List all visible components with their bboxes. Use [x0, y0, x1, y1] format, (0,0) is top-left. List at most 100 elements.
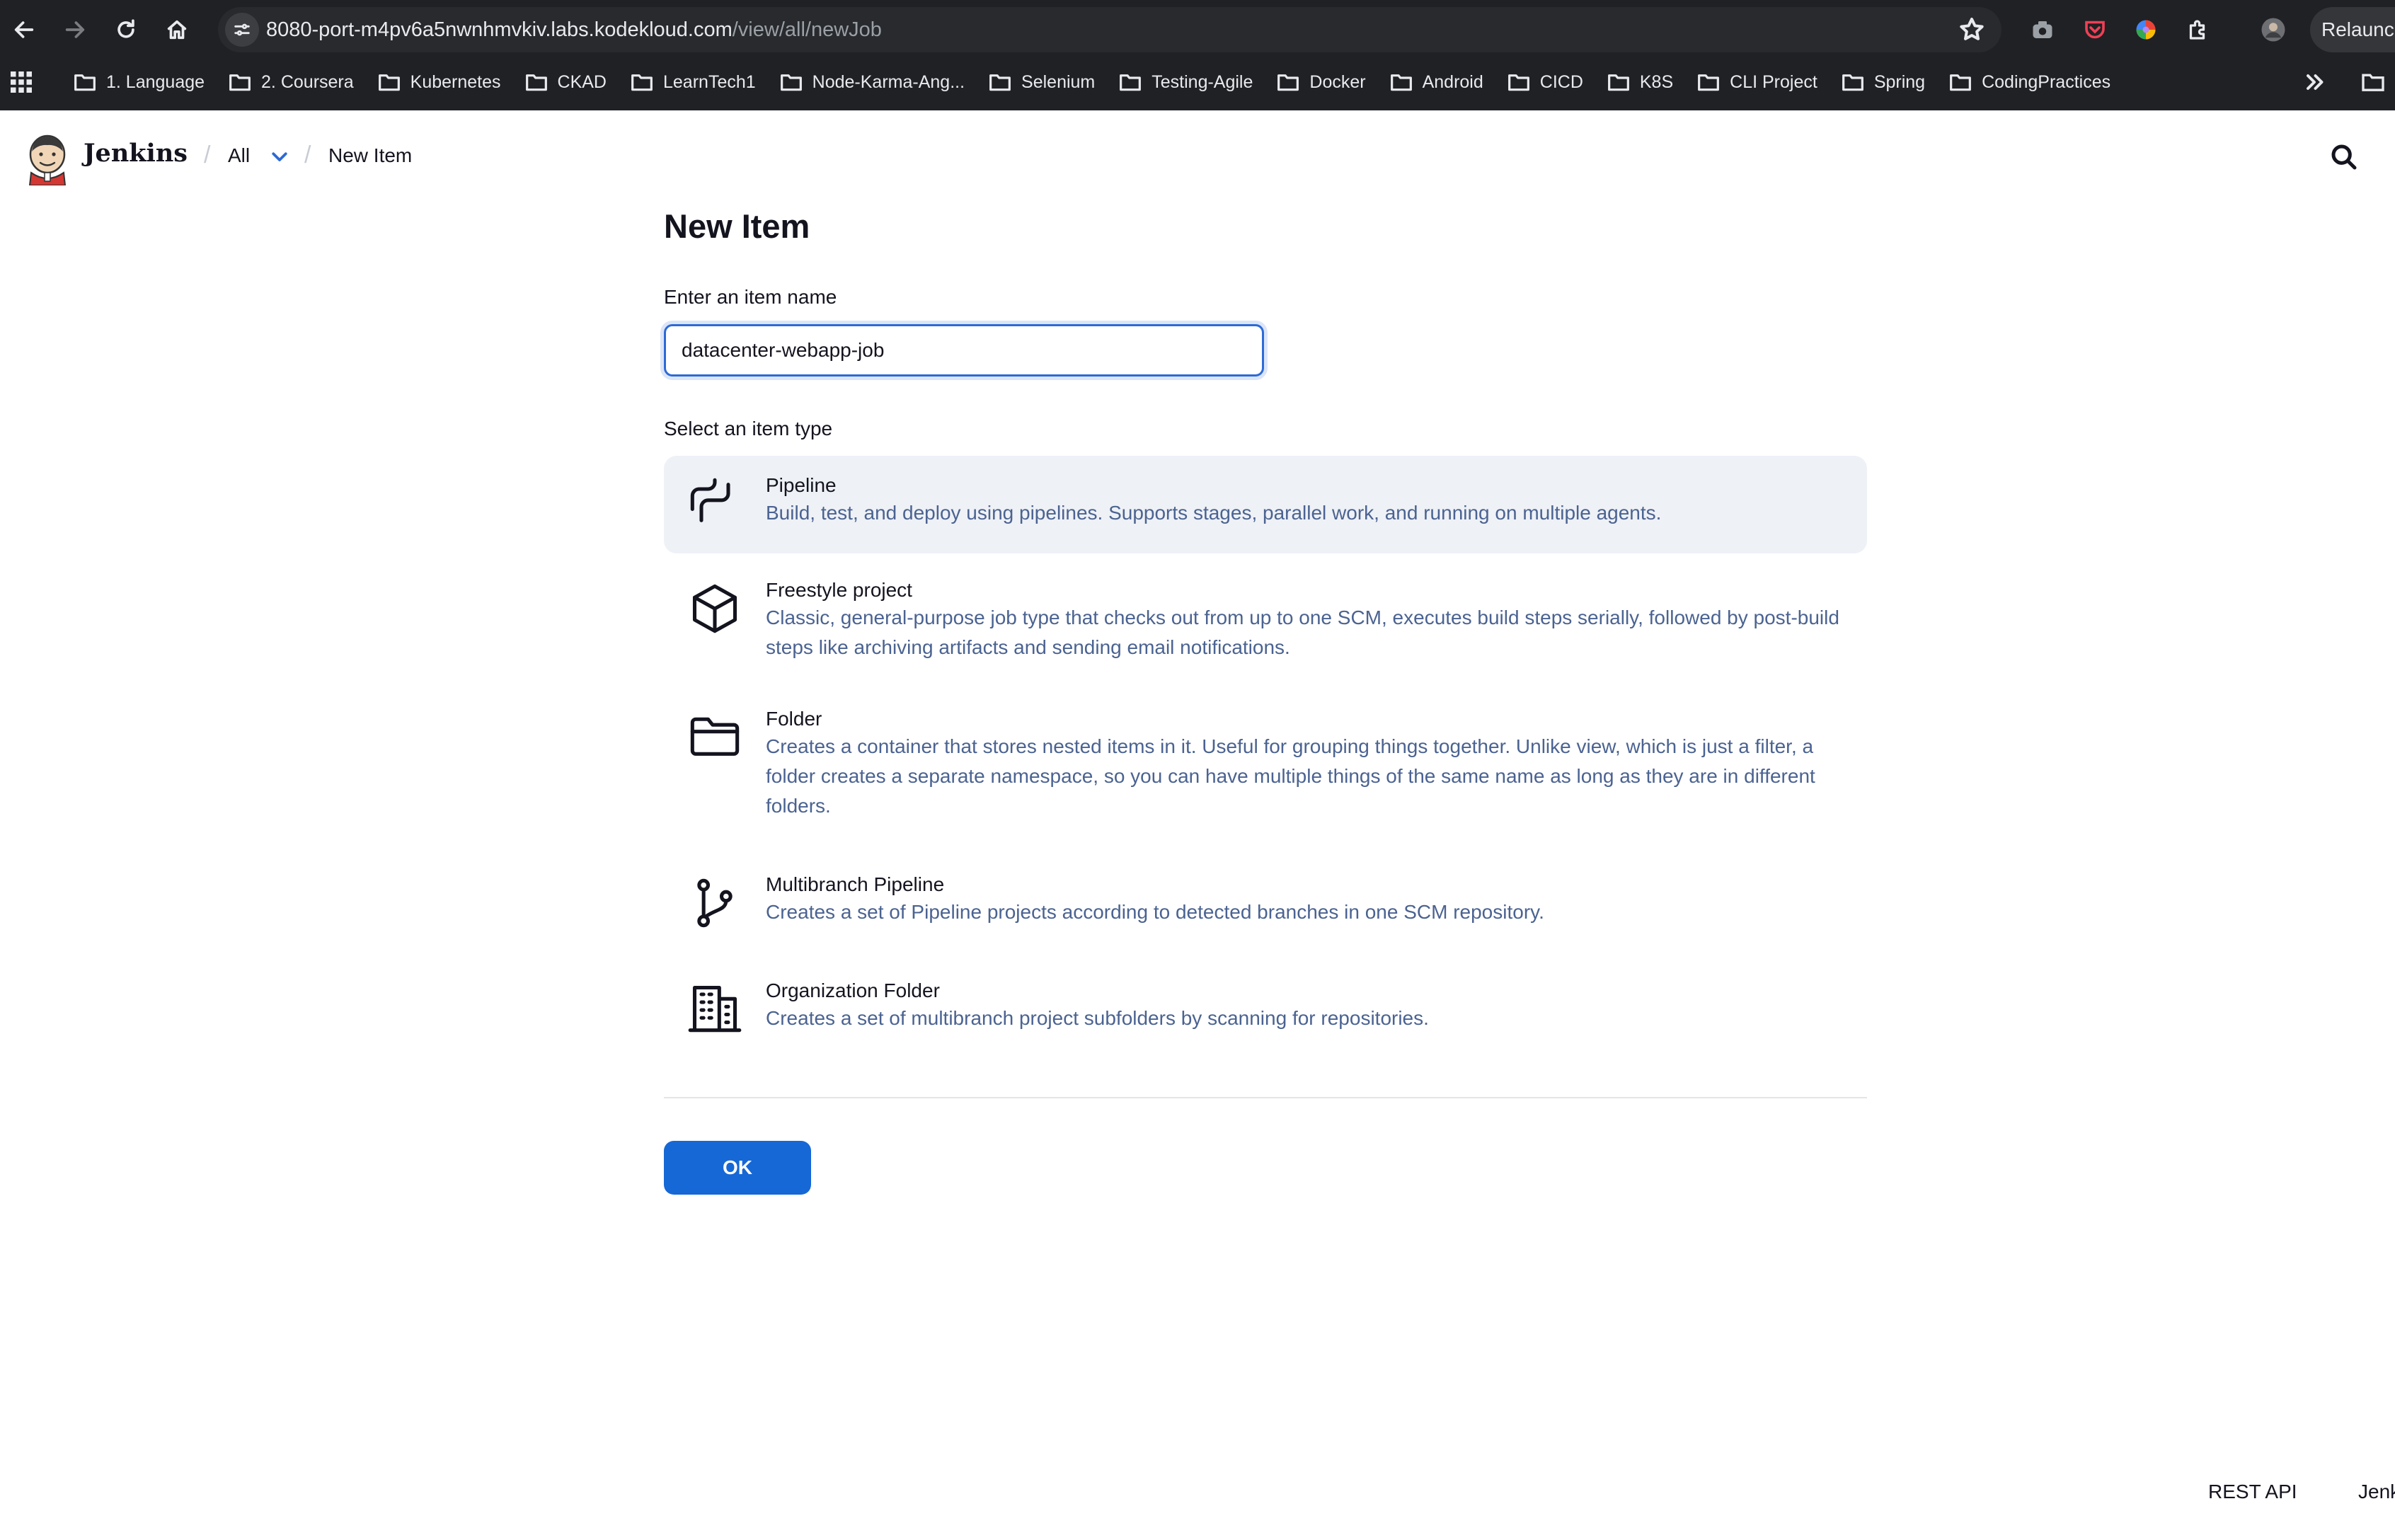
bookmark-folder[interactable]: CKAD — [525, 72, 607, 93]
color-picker-extension-icon[interactable] — [2130, 14, 2161, 45]
apps-grid-icon[interactable] — [8, 69, 34, 95]
bookmark-star-icon[interactable] — [1958, 16, 1986, 44]
pipeline-icon — [688, 476, 742, 529]
jenkins-version-link[interactable]: Jenk — [2358, 1481, 2395, 1503]
branch-icon — [688, 876, 742, 930]
bookmark-label: CKAD — [557, 71, 607, 92]
folder-icon — [1697, 72, 1720, 92]
item-type-freestyle-project[interactable]: Freestyle project Classic, general-purpos… — [664, 561, 1867, 684]
breadcrumb-separator: / — [204, 142, 211, 168]
breadcrumb-all[interactable]: All — [228, 144, 250, 167]
item-type-label: Select an item type — [664, 418, 833, 439]
folder-icon — [688, 709, 742, 763]
folder-icon — [525, 72, 548, 92]
item-name-input[interactable] — [664, 324, 1264, 377]
bookmark-label: 1. Language — [106, 71, 205, 92]
folder-icon — [1842, 72, 1864, 92]
bookmark-folder[interactable]: Selenium — [989, 72, 1095, 93]
bookmark-label: Testing-Agile — [1151, 71, 1253, 92]
folder-icon — [74, 72, 96, 92]
url-path: /view/all/newJob — [732, 18, 882, 41]
bookmark-folder[interactable]: Spring — [1842, 72, 1925, 93]
breadcrumb-new-item: New Item — [328, 144, 413, 166]
building-icon — [688, 981, 742, 1035]
search-icon[interactable] — [2330, 143, 2361, 174]
bookmark-folder[interactable]: 1. Language — [74, 72, 205, 93]
folder-icon — [1119, 72, 1142, 92]
bookmark-folder[interactable]: LearnTech1 — [631, 72, 756, 93]
divider — [664, 1097, 1867, 1098]
item-type-description: Creates a set of Pipeline projects accor… — [766, 901, 1544, 923]
item-type-multibranch-pipeline[interactable]: Multibranch Pipeline Creates a set of Pip… — [664, 855, 1867, 946]
folder-icon — [989, 72, 1011, 92]
chevron-down-icon[interactable] — [269, 146, 290, 167]
reload-icon[interactable] — [109, 13, 143, 47]
bookmark-label: CLI Project — [1730, 71, 1817, 92]
bookmark-folder[interactable]: CICD — [1507, 72, 1583, 93]
item-type-title: Folder — [766, 708, 822, 730]
rest-api-link[interactable]: REST API — [2208, 1481, 2297, 1503]
url-text[interactable]: 8080-port-m4pv6a5nwnhmvkiv.labs.kodeklou… — [266, 7, 882, 52]
folder-icon — [1277, 72, 1299, 92]
item-type-folder[interactable]: Folder Creates a container that stores ne… — [664, 689, 1867, 842]
bookmark-folder[interactable]: 2. Coursera — [229, 72, 354, 93]
bookmarks-bar: 1. Language 2. Coursera Kubernetes CKAD Lear… — [0, 59, 2395, 105]
jenkins-logo-icon[interactable] — [25, 133, 69, 186]
folder-icon — [229, 72, 251, 92]
item-type-title: Organization Folder — [766, 979, 940, 1001]
forward-icon[interactable] — [58, 13, 92, 47]
folder-icon — [1949, 72, 1972, 92]
item-type-title: Multibranch Pipeline — [766, 873, 945, 895]
more-bookmarks-chevron-icon[interactable] — [2302, 69, 2330, 95]
bookmark-folder-icon[interactable] — [2361, 72, 2395, 93]
bookmarks-list: 1. Language 2. Coursera Kubernetes CKAD Lear… — [74, 59, 2135, 105]
item-type-title: Pipeline — [766, 474, 837, 496]
bookmark-label: LearnTech1 — [663, 71, 756, 92]
bookmark-folder[interactable]: Kubernetes — [378, 72, 501, 93]
address-bar-row: 8080-port-m4pv6a5nwnhmvkiv.labs.kodeklou… — [0, 0, 2395, 59]
item-name-label: Enter an item name — [664, 286, 837, 308]
cube-icon — [688, 582, 742, 636]
relaunch-button[interactable]: Relaunch — [2310, 7, 2395, 52]
folder-icon — [1507, 72, 1530, 92]
item-type-organization-folder[interactable]: Organization Folder Creates a set of mult… — [664, 961, 1867, 1052]
bookmark-label: Spring — [1873, 71, 1926, 92]
folder-icon — [631, 72, 653, 92]
profile-avatar-icon[interactable] — [2258, 14, 2289, 45]
jenkins-brand[interactable]: Jenkins — [84, 139, 188, 168]
bookmark-label: CodingPractices — [1982, 71, 2111, 92]
bookmark-folder[interactable]: Node-Karma-Ang... — [780, 72, 965, 93]
bookmark-folder[interactable]: CodingPractices — [1949, 72, 2110, 93]
url-host: 8080-port-m4pv6a5nwnhmvkiv.labs.kodeklou… — [266, 18, 733, 41]
bookmark-label: Kubernetes — [410, 71, 501, 92]
folder-icon — [378, 72, 401, 92]
ok-button[interactable]: OK — [664, 1141, 811, 1195]
bookmark-folder[interactable]: Docker — [1277, 71, 1366, 93]
back-icon[interactable] — [7, 13, 41, 47]
home-icon[interactable] — [160, 13, 194, 47]
site-info-icon[interactable] — [225, 13, 259, 47]
bookmark-label: Selenium — [1021, 71, 1096, 92]
breadcrumb-separator: / — [304, 142, 311, 168]
bookmark-label: K8S — [1639, 71, 1674, 92]
bookmark-label: CICD — [1539, 71, 1583, 92]
pocket-extension-icon[interactable] — [2079, 14, 2110, 45]
bookmark-folder[interactable]: Android — [1390, 72, 1483, 93]
bookmark-label: Android — [1422, 71, 1483, 92]
folder-icon — [1607, 72, 1630, 92]
bookmark-folder[interactable]: K8S — [1607, 72, 1673, 93]
extensions-puzzle-icon[interactable] — [2183, 14, 2214, 45]
omnibox[interactable]: 8080-port-m4pv6a5nwnhmvkiv.labs.kodeklou… — [218, 7, 2001, 52]
camera-extension-icon[interactable] — [2027, 14, 2058, 45]
bookmark-folder[interactable]: CLI Project — [1697, 72, 1817, 93]
item-type-description: Creates a container that stores nested i… — [766, 735, 1815, 817]
item-type-description: Classic, general-purpose job type that c… — [766, 607, 1839, 658]
item-type-pipeline[interactable]: Pipeline Build, test, and deploy using pi… — [664, 456, 1867, 553]
item-type-description: Build, test, and deploy using pipelines.… — [766, 502, 1662, 524]
folder-icon — [1390, 72, 1413, 92]
item-type-description: Creates a set of multibranch project sub… — [766, 1007, 1429, 1029]
page-title: New Item — [664, 207, 810, 245]
bookmark-label: Docker — [1309, 71, 1366, 92]
folder-icon — [780, 72, 803, 92]
bookmark-folder[interactable]: Testing-Agile — [1119, 72, 1253, 93]
